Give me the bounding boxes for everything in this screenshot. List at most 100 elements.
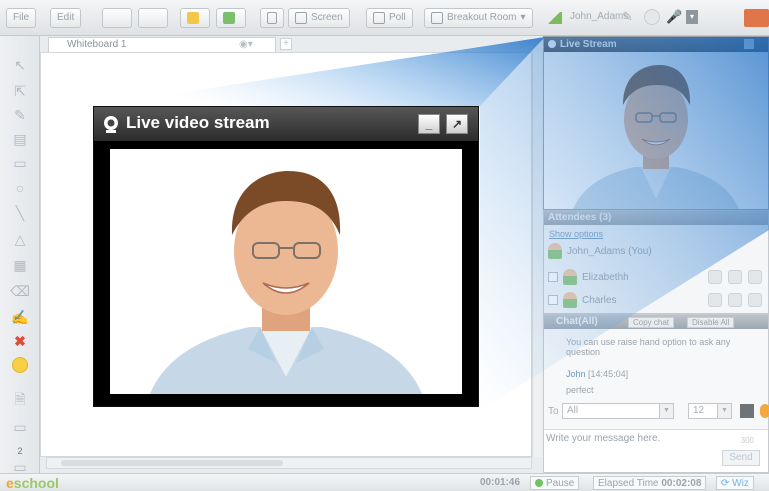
edit-menu-button[interactable]: Edit (50, 8, 82, 28)
whiteboard-vertical-scrollbar[interactable] (532, 52, 542, 457)
mic-dropdown-icon[interactable]: ▾ (686, 10, 698, 24)
mic-icon[interactable]: 🎤 (666, 9, 682, 25)
pointer-tool-icon[interactable]: ⇱ (10, 82, 30, 100)
chat-header: Chat(All) Copy chat Disable All (544, 315, 768, 329)
elapsed-value: 00:02:08 (661, 478, 702, 489)
delete-tool-icon[interactable]: ✖ (10, 332, 30, 350)
chat-message-input[interactable]: Write your message here. 300 Send (544, 429, 768, 472)
pen-tool-icon[interactable]: ✎ (10, 106, 30, 124)
chat-input-placeholder: Write your message here. (546, 433, 661, 444)
upload-button[interactable] (216, 8, 246, 28)
file-menu-button[interactable]: File (6, 8, 37, 28)
breakout-label: Breakout Room (447, 12, 517, 23)
wiz-button[interactable]: ⟳ Wiz (716, 476, 754, 490)
send-button[interactable]: Send (722, 450, 760, 466)
undo-icon (109, 12, 121, 24)
popup-header[interactable]: Live video stream _ ↗ (94, 107, 478, 141)
screen-label: Screen (311, 12, 343, 23)
eraser-tool-icon[interactable]: ⌫ (10, 282, 30, 300)
recipient-select[interactable]: All ▼ (562, 403, 674, 419)
table-tool-icon[interactable]: ▦ (10, 256, 30, 274)
screen-share-button[interactable]: Screen (288, 8, 350, 28)
pause-label: Pause (546, 478, 575, 489)
pencil-icon[interactable]: ✎ (622, 9, 638, 25)
chat-controls: To All ▼ 12 ▼ (544, 403, 769, 427)
redo-button[interactable] (138, 8, 168, 28)
to-label: To (548, 406, 559, 417)
page-tool-icon[interactable]: ▭ (10, 418, 30, 436)
attendees-panel: Attendees (3) Show options John_Adams (Y… (543, 210, 769, 314)
pause-button[interactable]: Pause (530, 476, 580, 490)
redo-icon (145, 12, 157, 24)
select-tool-icon[interactable]: ↖ (10, 56, 30, 74)
live-stream-panel: Live Stream (543, 36, 769, 210)
attendee-row[interactable]: Elizabethh (548, 267, 766, 287)
signal-icon (546, 12, 562, 24)
attendees-header: Attendees (3) (544, 211, 768, 225)
attendee-avatar-icon[interactable] (708, 293, 722, 307)
attendee-checkbox[interactable] (548, 295, 558, 305)
chat-message-text: perfect (566, 385, 594, 395)
live-video-popup[interactable]: Live video stream _ ↗ (93, 106, 479, 407)
chat-time: [14:45:04] (588, 369, 629, 379)
user-avatar-icon (563, 292, 577, 308)
chat-title: Chat(All) (556, 316, 598, 327)
open-folder-button[interactable] (180, 8, 210, 28)
attendee-tools (708, 270, 762, 284)
chevron-down-icon: ▼ (717, 404, 731, 418)
undo-button[interactable] (102, 8, 132, 28)
disable-all-button[interactable]: Disable All (687, 317, 735, 328)
popup-expand-button[interactable]: ↗ (446, 114, 468, 134)
attendee-row-self[interactable]: John_Adams (You) (548, 241, 766, 261)
elapsed-time: Elapsed Time 00:02:08 (593, 476, 707, 490)
popup-minimize-button[interactable]: _ (418, 114, 440, 134)
tab-whiteboard-1[interactable]: Whiteboard 1 ◉▾ (48, 37, 276, 52)
document-button[interactable] (260, 8, 284, 28)
live-minimize-button[interactable] (744, 39, 754, 49)
line-tool-icon[interactable]: ╲ (10, 204, 30, 222)
attendee-mic-icon[interactable] (728, 270, 742, 284)
camera-icon (548, 40, 556, 48)
poll-button[interactable]: Poll (366, 8, 413, 28)
copy-chat-button[interactable]: Copy chat (628, 317, 675, 328)
breakout-room-button[interactable]: Breakout Room ▾ (424, 8, 533, 28)
attendee-name: John_Adams (You) (567, 245, 652, 257)
attendee-pen-icon[interactable] (748, 293, 762, 307)
circle-tool-icon[interactable]: ○ (10, 179, 30, 197)
attendee-mic-icon[interactable] (728, 293, 742, 307)
rectangle-tool-icon[interactable]: ▭ (10, 154, 30, 172)
scroll-thumb[interactable] (61, 460, 283, 466)
attendee-avatar-icon[interactable] (708, 270, 722, 284)
logo-rest: school (13, 475, 59, 491)
raise-hand-icon[interactable] (644, 9, 660, 25)
emoticon-tool-icon[interactable] (10, 356, 30, 374)
session-timer: 00:01:46 (480, 477, 521, 488)
emoticon-icon[interactable] (760, 404, 769, 418)
drawing-toolbox: ↖ ⇱ ✎ ▤ ▭ ○ ╲ △ ▦ ⌫ ✍ ✖ 🗎 ▭ 2 ▭ (0, 36, 40, 475)
chat-log: You can use raise hand option to ask any… (544, 333, 768, 413)
attendee-name: Charles (582, 294, 617, 306)
chat-hint-message: You can use raise hand option to ask any… (566, 337, 731, 357)
exit-icon[interactable] (744, 9, 769, 27)
char-counter: 300 (740, 436, 754, 445)
highlighter-tool-icon[interactable]: ▤ (10, 130, 30, 148)
chat-panel: Chat(All) Copy chat Disable All You can … (543, 314, 769, 473)
tab-options-icon[interactable]: ◉▾ (239, 38, 253, 51)
webcam-icon (104, 116, 118, 133)
text-tool-icon[interactable]: ✍ (10, 308, 30, 326)
font-size-select[interactable]: 12 ▼ (688, 403, 732, 419)
clear-board-icon[interactable]: 🗎 (10, 391, 30, 410)
font-size-value: 12 (693, 405, 705, 416)
attendee-pen-icon[interactable] (748, 270, 762, 284)
upload-icon (223, 12, 235, 24)
add-tab-button[interactable]: + (280, 38, 292, 50)
live-stream-title: Live Stream (560, 39, 617, 50)
whiteboard-horizontal-scrollbar[interactable] (46, 457, 532, 469)
color-picker-icon[interactable] (740, 404, 754, 418)
triangle-tool-icon[interactable]: △ (10, 230, 30, 248)
attendee-row[interactable]: Charles (548, 290, 766, 310)
file-menu-label: File (13, 12, 30, 23)
attendee-checkbox[interactable] (548, 272, 558, 282)
wiz-icon: ⟳ (721, 478, 733, 489)
show-options-link[interactable]: Show options (549, 229, 603, 239)
